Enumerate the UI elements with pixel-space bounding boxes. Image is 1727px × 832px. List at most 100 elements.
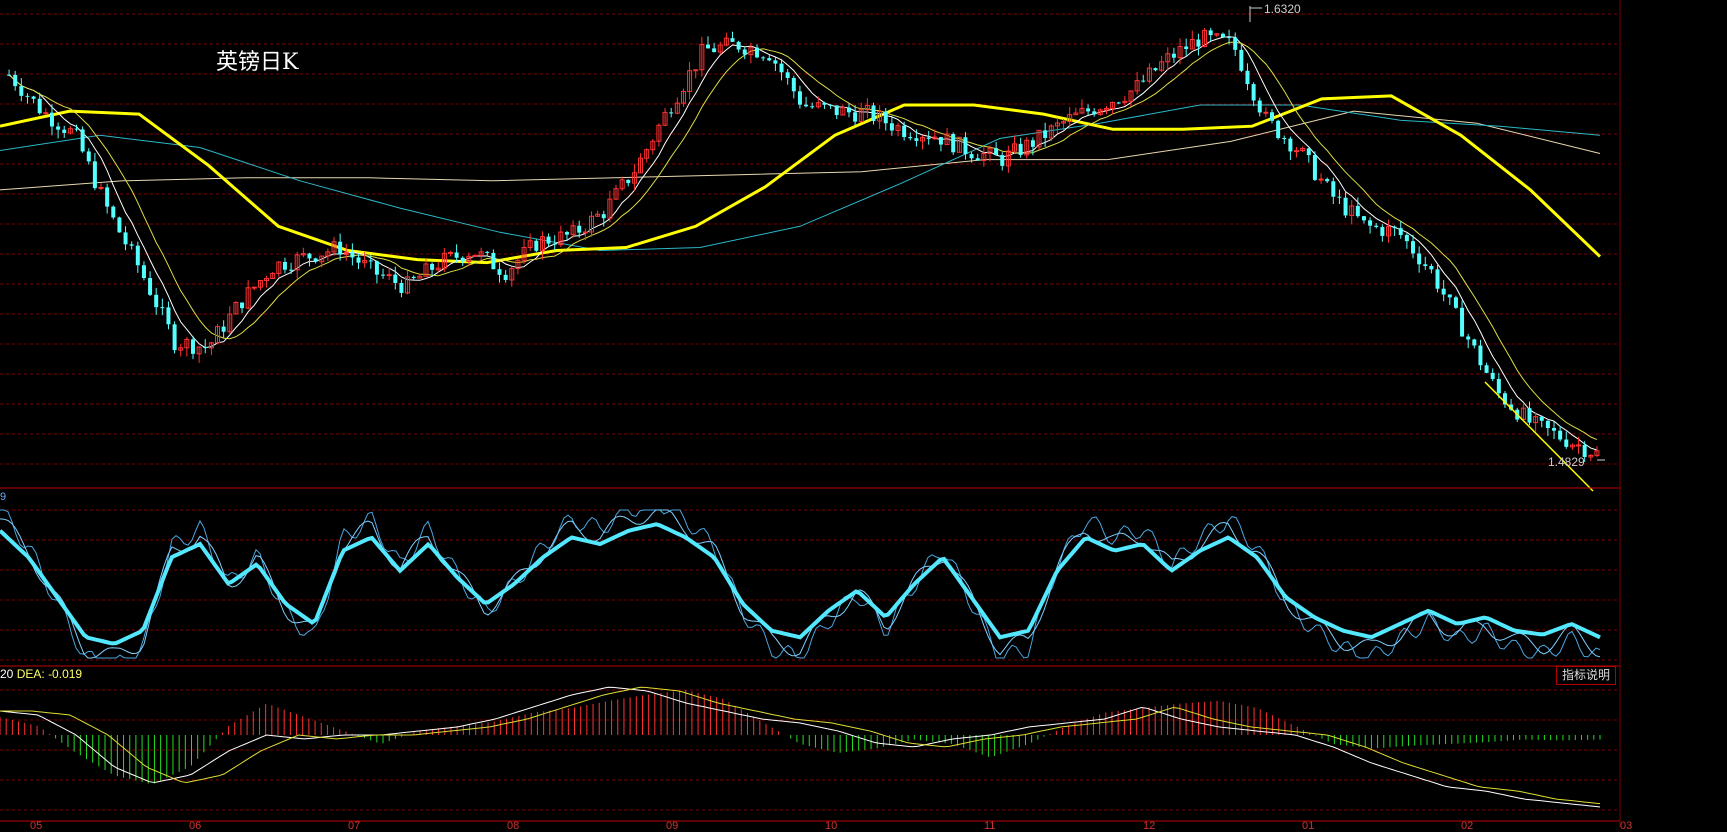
candle-body [1398,228,1403,235]
candle-body [1325,179,1330,182]
candle-body [1276,120,1281,139]
candle-body [1043,130,1048,138]
candle-body [49,112,54,127]
candle-body [1233,37,1238,50]
candle-body [969,154,974,159]
candle-body [926,137,931,139]
candle-body [307,253,312,259]
candle-body [1411,241,1416,254]
candle-body [975,158,980,161]
x-tick-label: 03 [1620,820,1633,832]
candle-body [1318,178,1324,181]
candle-body [1435,269,1440,289]
candle-body [1184,46,1189,50]
candle-body [736,41,741,50]
candle-body [356,257,361,263]
candle-body [172,324,177,351]
macd-dea-line [0,686,1601,805]
candle-body [1270,112,1275,121]
candle-body [773,60,778,64]
candle-body [1171,53,1176,58]
ma-yellow-thick [0,94,1602,265]
x-tick-label: 08 [507,820,520,832]
candle-body [25,95,30,97]
candle-body [123,232,128,245]
candle-body [1417,253,1422,265]
candle-body [460,257,465,262]
candle-body [742,49,747,55]
candle-body [141,265,146,279]
candle-body [1423,264,1428,267]
macd-panel [0,686,1601,808]
candle-body [1447,294,1452,298]
candle-body [148,278,153,295]
candle-body [381,274,386,276]
indicator-help-button[interactable]: 指标说明 [1556,666,1616,685]
candle-body [1478,345,1483,366]
candle-body [1404,234,1409,242]
candle-body [1306,148,1311,156]
macd-dif-line [0,686,1601,808]
candle-body [902,125,907,138]
candle-body [1392,226,1397,229]
candle-body [154,294,159,308]
candle-body [111,206,116,218]
candle-body [1263,111,1269,114]
candle-body [1331,181,1336,197]
candle-body [1092,111,1097,115]
x-tick-label: 10 [825,820,838,832]
candle-body [1257,100,1262,113]
candle-body [19,86,24,96]
candle-body [1368,220,1373,226]
candle-body [289,269,294,271]
candle-body [7,74,12,76]
candle-body [411,276,416,279]
oscillator-label: 9 [0,491,7,503]
candle-body [1227,37,1232,39]
candle-body [203,347,208,349]
candle-body [1196,39,1201,47]
candle-body [1374,225,1379,227]
x-tick-label: 12 [1143,820,1156,832]
candle-body [669,112,674,114]
candle-body [1220,33,1225,38]
candle-body [56,126,61,130]
candle-body [430,263,435,270]
candle-body [31,96,36,99]
candlestick-chart [0,0,1621,827]
candle-body [1000,155,1005,166]
candle-body [472,254,478,257]
candle-body [1527,408,1532,423]
candle-body [938,137,943,145]
x-tick-label: 02 [1461,820,1474,832]
candle-body [761,57,766,59]
candle-body [705,44,710,49]
candle-body [552,243,557,245]
candle-body [1282,138,1287,140]
candle-body [1294,150,1300,153]
grid-lines [0,13,1620,811]
candle-body [534,240,539,251]
candle-body [755,47,760,58]
candle-body [767,58,772,61]
candle-body [92,161,97,189]
candle-body [712,48,717,53]
candle-body [1472,339,1477,346]
candle-body [889,123,894,131]
candle-body [117,217,122,233]
candle-body [994,148,999,156]
candle-body [822,102,827,105]
macd-prefix: 20 [0,667,14,681]
candle-body [601,214,606,219]
candle-body [577,225,582,233]
candle-body [105,187,110,207]
candle-body [791,78,796,92]
candle-body [804,104,809,107]
low-price-label: 1.4829 [1548,455,1585,469]
candle-body [80,129,85,152]
candle-body [166,307,171,325]
candle-body [810,106,815,108]
candle-body [1545,420,1550,428]
candle-body [393,274,398,284]
candle-body [1576,444,1582,447]
